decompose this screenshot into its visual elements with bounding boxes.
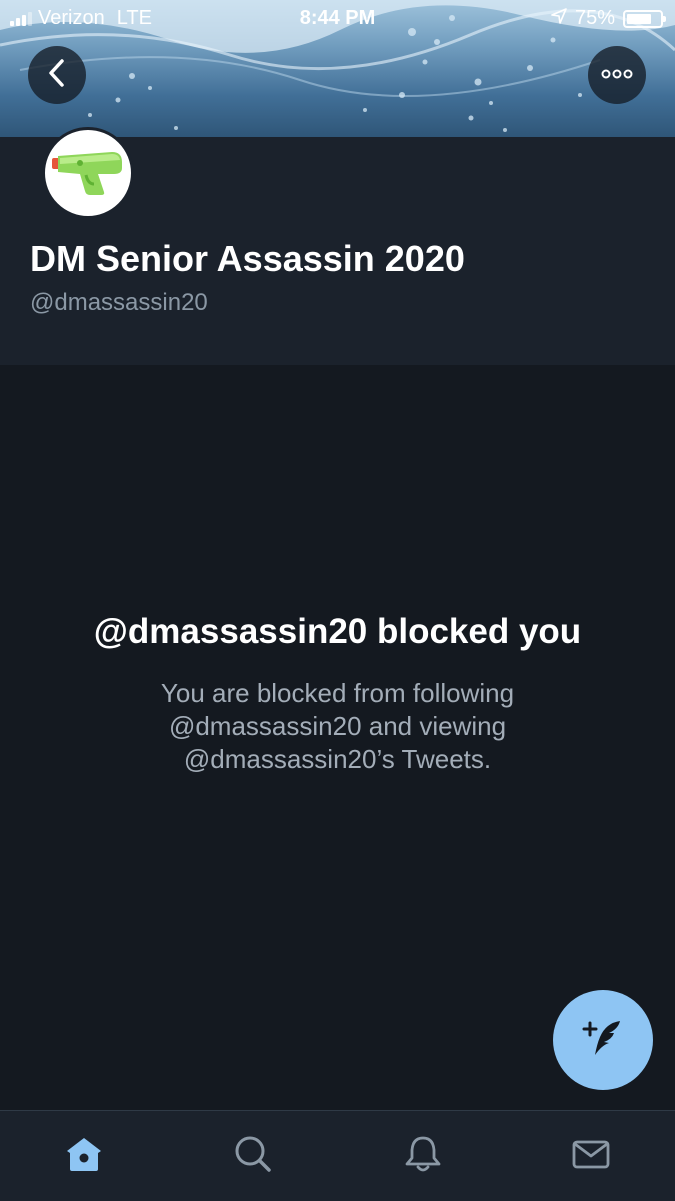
search-icon [232, 1133, 274, 1180]
avatar[interactable] [42, 127, 134, 219]
back-button[interactable] [28, 46, 86, 104]
location-arrow-icon [551, 7, 567, 30]
water-pistol-icon [50, 146, 126, 201]
blocked-title: @dmassassin20 blocked you [93, 612, 582, 651]
battery-icon [623, 9, 666, 28]
more-options-button[interactable] [588, 46, 646, 104]
compose-tweet-icon [578, 1013, 628, 1068]
status-bar: Verizon LTE 8:44 PM 75% [0, 0, 675, 38]
bottom-tab-bar [0, 1110, 675, 1201]
home-icon [63, 1133, 105, 1180]
mail-icon [570, 1133, 612, 1180]
tab-notifications[interactable] [398, 1131, 448, 1181]
more-dots-icon [601, 66, 633, 84]
blocked-message: You are blocked from following @dmassass… [160, 678, 515, 774]
battery-percent: 75% [574, 7, 615, 29]
tab-messages[interactable] [566, 1131, 616, 1181]
chevron-left-icon [46, 58, 68, 93]
compose-tweet-button[interactable] [553, 990, 653, 1090]
bell-icon [402, 1133, 444, 1180]
profile-handle: @dmassassin20 [30, 289, 208, 316]
profile-display-name: DM Senior Assassin 2020 [30, 238, 465, 279]
tab-home[interactable] [59, 1131, 109, 1181]
tab-search[interactable] [228, 1131, 278, 1181]
